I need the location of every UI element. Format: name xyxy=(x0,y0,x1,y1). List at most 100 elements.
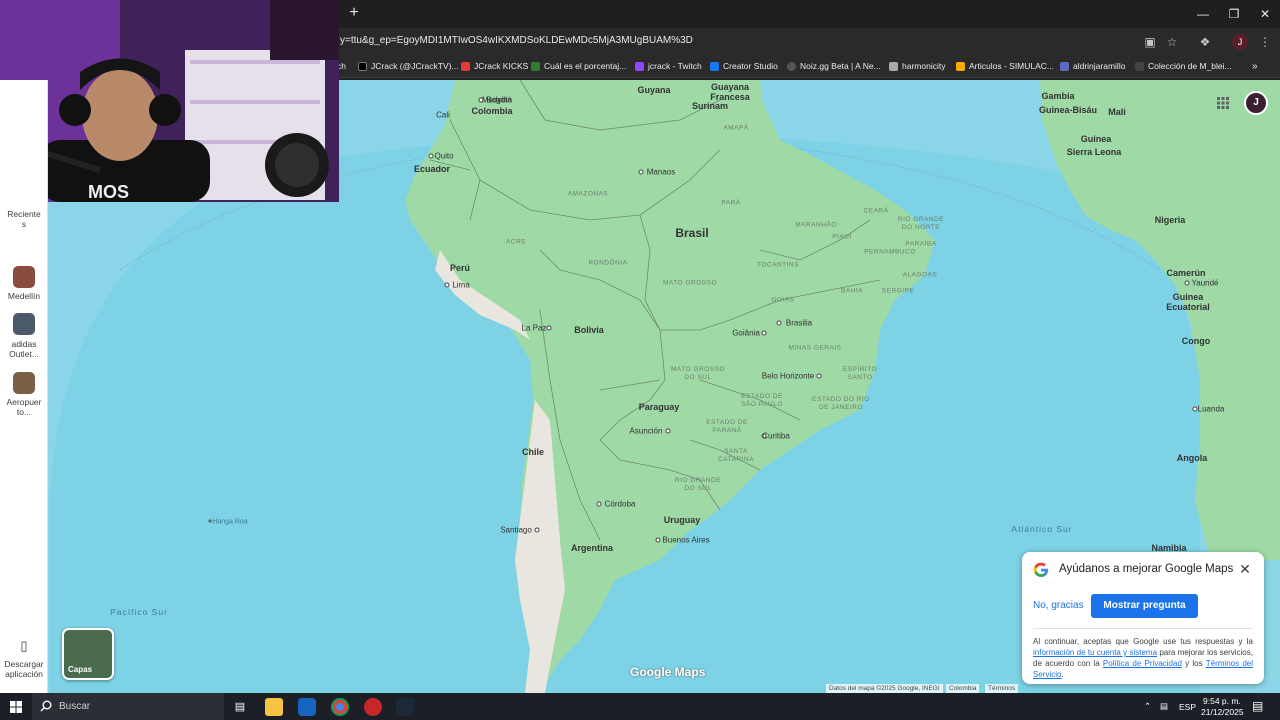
map-label-rio-grande-do-sul[interactable]: RIO GRANDE DO SUL xyxy=(675,477,721,493)
profile-icon[interactable]: J xyxy=(1232,34,1248,50)
privacy-policy-link[interactable]: Política de Privacidad xyxy=(1103,659,1182,668)
map-label-santiago[interactable]: Santiago xyxy=(500,526,532,535)
recent-label[interactable]: Reciente s xyxy=(0,209,48,229)
terms-link[interactable]: Términos xyxy=(985,684,1019,693)
recent-medellin-label[interactable]: Medellín xyxy=(0,291,48,301)
outlook-icon[interactable] xyxy=(298,698,316,716)
map-label-mato-grosso-do-sul[interactable]: MATO GROSSO DO SUL xyxy=(671,366,725,382)
map-label-para[interactable]: PARÁ xyxy=(721,200,740,207)
more-bookmarks-icon[interactable]: » xyxy=(1252,61,1258,72)
account-info-link[interactable]: información de tu cuenta y sistema xyxy=(1033,648,1157,657)
map-label-tocantins[interactable]: TOCANTINS xyxy=(757,262,799,269)
map-label-guayana-francesa[interactable]: Guayana Francesa xyxy=(710,82,750,102)
map-label-la-paz[interactable]: La Paz xyxy=(522,324,547,333)
map-label-pacifico-sur[interactable]: Pacífico Sur xyxy=(110,607,168,617)
map-label-guinea-bisau[interactable]: Guinea-Bisáu xyxy=(1039,105,1097,115)
map-label-mato-grosso[interactable]: MATO GROSSO xyxy=(663,280,717,287)
map-label-atlantico-sur[interactable]: Atlántico Sur xyxy=(1011,524,1072,534)
install-app-icon[interactable]: ▣ xyxy=(1142,34,1158,50)
bookmark-item[interactable]: JCrack KICKS xyxy=(461,61,528,71)
minimize-window-button[interactable]: — xyxy=(1188,4,1218,24)
map-label-surinam[interactable]: Surinam xyxy=(692,101,728,111)
recent-adidas-thumbnail[interactable] xyxy=(13,313,35,335)
taskbar-search[interactable]: Buscar xyxy=(32,693,224,720)
bookmark-item[interactable]: Articulos - SIMULAC... xyxy=(956,61,1054,71)
map-label-hanga-roa[interactable]: Hanga Roa xyxy=(212,519,247,526)
new-tab-button[interactable]: + xyxy=(345,4,363,22)
map-label-asuncion[interactable]: Asunción xyxy=(630,427,663,436)
map-label-rio-grande-do-norte[interactable]: RIO GRANDE DO NORTE xyxy=(898,216,944,232)
map-label-amazonas[interactable]: AMAZONAS xyxy=(568,191,608,198)
phone-icon[interactable]: ▯ xyxy=(0,639,48,652)
map-label-alagoas[interactable]: ALAGOAS xyxy=(903,272,938,279)
no-thanks-button[interactable]: No, gracias xyxy=(1033,600,1084,611)
recent-aeropuerto-thumbnail[interactable] xyxy=(13,372,35,394)
map-label-gambia[interactable]: Gambia xyxy=(1041,91,1074,101)
map-label-lima[interactable]: Lima xyxy=(452,281,469,290)
recent-medellin-thumbnail[interactable] xyxy=(13,266,35,288)
bookmark-star-icon[interactable]: ☆ xyxy=(1164,34,1180,50)
language-indicator[interactable]: ESP xyxy=(1179,702,1196,712)
map-label-argentina[interactable]: Argentina xyxy=(571,543,613,553)
browser-menu-icon[interactable]: ⋮ xyxy=(1257,34,1273,50)
map-label-congo[interactable]: Congo xyxy=(1182,336,1211,346)
map-label-luanda[interactable]: Luanda xyxy=(1198,405,1225,414)
bookmark-item[interactable]: Creator Studio xyxy=(710,61,778,71)
chrome-icon[interactable] xyxy=(331,698,349,716)
map-label-rio-de-janeiro[interactable]: ESTADO DO RIO DE JANEIRO xyxy=(812,396,870,412)
map-label-colombia[interactable]: Colombia xyxy=(471,106,512,116)
map-label-maranhao[interactable]: MARANHÃO xyxy=(795,222,837,229)
map-label-chile[interactable]: Chile xyxy=(522,447,544,457)
task-view-icon[interactable]: ▤ xyxy=(231,698,249,716)
bookmark-item[interactable]: Noiz.gg Beta | A Ne... xyxy=(787,61,881,71)
show-question-button[interactable]: Mostrar pregunta xyxy=(1091,594,1198,618)
close-icon[interactable]: ✕ xyxy=(1238,562,1252,576)
map-label-cali[interactable]: Cali xyxy=(436,111,450,120)
map-label-sergipe[interactable]: SERGIPE xyxy=(882,288,914,295)
bookmark-item[interactable]: aldrinjaramillo xyxy=(1060,61,1125,71)
download-app-label[interactable]: Descargar aplicación xyxy=(0,659,48,679)
map-label-peru[interactable]: Perú xyxy=(450,263,470,273)
tray-overflow-icon[interactable]: ⌃ xyxy=(1144,701,1151,712)
bookmark-item[interactable]: JCrack (@JCrackTV)... xyxy=(358,61,459,71)
map-label-bolivia[interactable]: Bolivia xyxy=(574,325,604,335)
google-apps-icon[interactable] xyxy=(1216,96,1230,110)
notifications-icon[interactable]: ▤ xyxy=(1252,699,1263,713)
map-label-piaui[interactable]: PIAUÍ xyxy=(832,234,851,241)
map-label-guyana[interactable]: Guyana xyxy=(637,85,670,95)
url-text[interactable]: y=ttu&g_ep=EgoyMDI1MTIwOS4wIKXMDSoKLDEwM… xyxy=(340,35,693,46)
map-label-ceara[interactable]: CEARÁ xyxy=(864,208,889,215)
recent-adidas-label[interactable]: adidas Outlet... xyxy=(0,339,48,359)
map-label-bahia[interactable]: BAHIA xyxy=(841,288,863,295)
layers-button[interactable]: Capas xyxy=(62,628,114,680)
clock-time[interactable]: 9:54 p. m. xyxy=(1203,696,1241,706)
recent-aeropuerto-label[interactable]: Aeropuer to... xyxy=(0,397,48,417)
map-label-acre[interactable]: ACRE xyxy=(506,239,526,246)
bookmark-item[interactable]: harmonicity xyxy=(889,61,945,71)
bookmark-item[interactable]: Colección de M_blei... xyxy=(1135,61,1232,71)
map-label-cordoba[interactable]: Córdoba xyxy=(605,500,636,509)
map-label-sao-paulo[interactable]: ESTADO DE SÃO PAULO xyxy=(741,393,783,409)
clock-date[interactable]: 21/12/2025 xyxy=(1201,707,1244,717)
network-icon[interactable]: ▤ xyxy=(1160,701,1168,712)
map-label-brasil[interactable]: Brasil xyxy=(675,226,708,240)
extensions-icon[interactable]: ❖ xyxy=(1197,34,1213,50)
close-window-button[interactable]: ✕ xyxy=(1250,4,1280,24)
map-label-mali[interactable]: Mali xyxy=(1108,107,1126,117)
map-label-uruguay[interactable]: Uruguay xyxy=(664,515,701,525)
map-label-goiania[interactable]: Goiânia xyxy=(732,329,760,338)
map-label-yaunde[interactable]: Yaundé xyxy=(1192,279,1219,288)
map-label-curitiba[interactable]: Curitiba xyxy=(762,432,790,441)
map-label-angola[interactable]: Angola xyxy=(1177,453,1208,463)
map-label-paraiba[interactable]: PARAÍBA xyxy=(905,241,936,248)
bookmark-item[interactable]: jcrack - Twitch xyxy=(635,61,702,71)
account-avatar[interactable]: J xyxy=(1244,91,1268,115)
region-link[interactable]: Colombia xyxy=(946,684,980,693)
map-label-pernambuco[interactable]: PERNAMBUCO xyxy=(864,249,916,256)
map-label-paraguay[interactable]: Paraguay xyxy=(639,402,680,412)
map-label-camerun[interactable]: Camerún xyxy=(1166,268,1205,278)
map-label-guinea[interactable]: Guinea xyxy=(1081,134,1112,144)
map-label-bogota[interactable]: Bogotá xyxy=(486,96,511,105)
map-label-minas-gerais[interactable]: MINAS GERAIS xyxy=(789,345,842,352)
map-label-rondonia[interactable]: RONDÔNIA xyxy=(588,260,627,267)
